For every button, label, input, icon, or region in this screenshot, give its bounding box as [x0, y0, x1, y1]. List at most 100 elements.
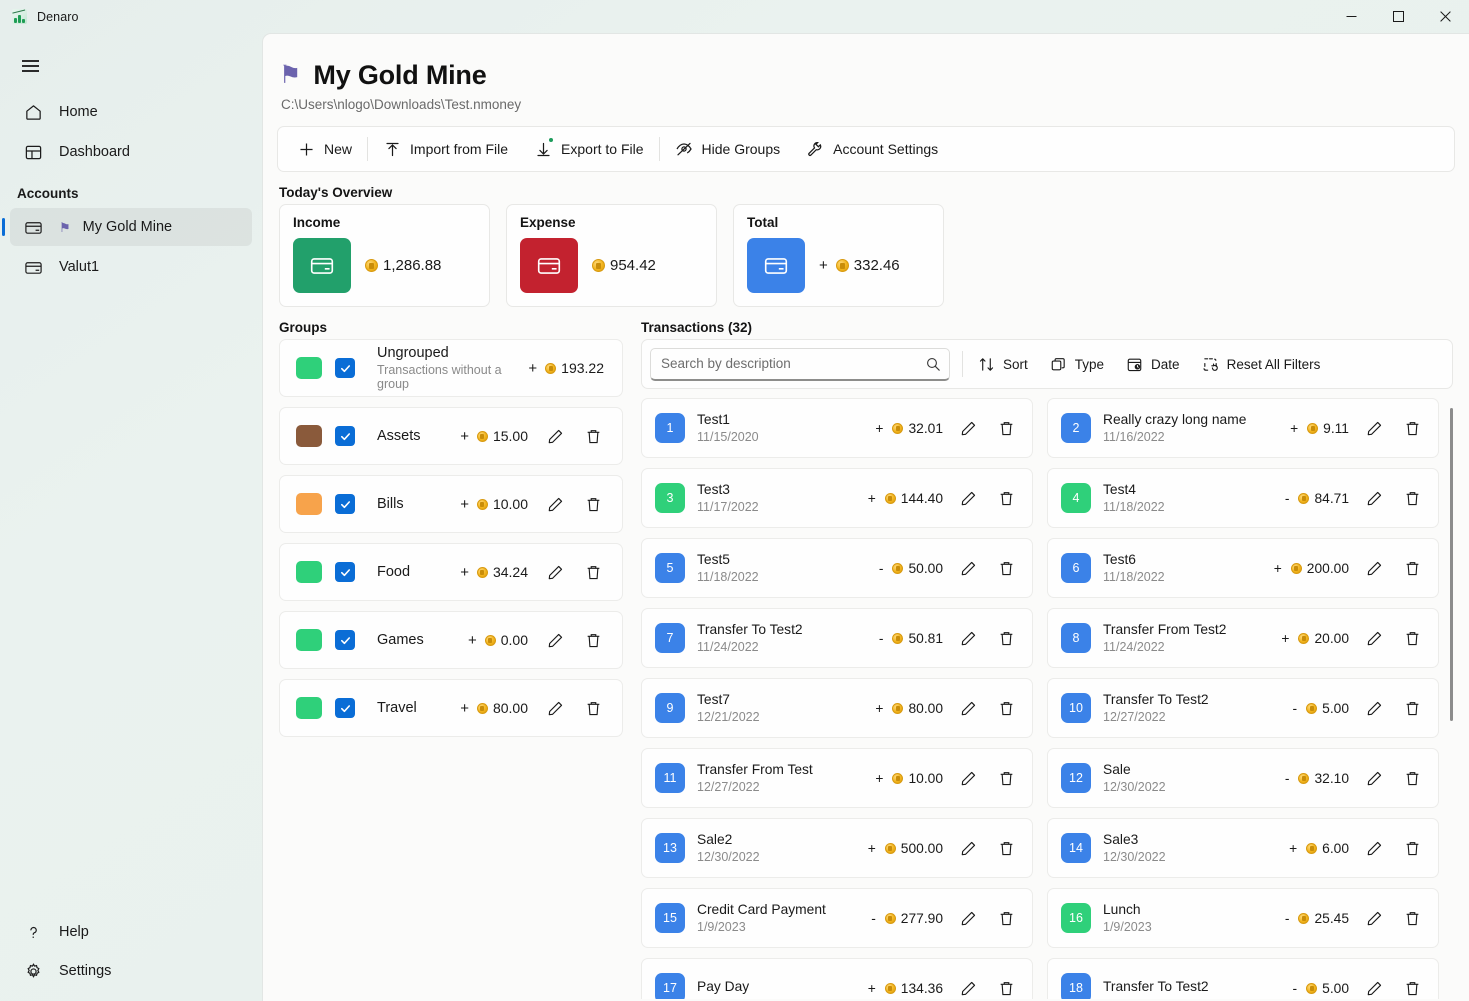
- sidebar-item-dashboard[interactable]: Dashboard: [10, 133, 252, 171]
- table-row[interactable]: 14 Sale3 12/30/2022 + 6.00: [1047, 818, 1439, 878]
- sidebar-item-help[interactable]: Help: [10, 913, 252, 951]
- export-to-file-button[interactable]: Export to File: [521, 132, 656, 166]
- group-color-swatch[interactable]: [296, 493, 322, 515]
- delete-group-button[interactable]: [578, 557, 608, 587]
- group-row-ungrouped[interactable]: Ungrouped Transactions without a group +…: [279, 339, 623, 397]
- group-row-games[interactable]: Games + 0.00: [279, 611, 623, 669]
- delete-transaction-button[interactable]: [1397, 483, 1427, 513]
- edit-transaction-button[interactable]: [1359, 623, 1389, 653]
- table-row[interactable]: 1 Test1 11/15/2020 + 32.01: [641, 398, 1033, 458]
- reset-all-filters-button[interactable]: Reset All Filters: [1191, 348, 1332, 381]
- sidebar-item-valut1[interactable]: Valut1: [10, 248, 252, 286]
- table-row[interactable]: 3 Test3 11/17/2022 + 144.40: [641, 468, 1033, 528]
- delete-transaction-button[interactable]: [991, 903, 1021, 933]
- delete-group-button[interactable]: [578, 625, 608, 655]
- edit-transaction-button[interactable]: [953, 553, 983, 583]
- delete-transaction-button[interactable]: [991, 763, 1021, 793]
- group-visibility-checkbox[interactable]: [335, 630, 355, 650]
- delete-transaction-button[interactable]: [991, 483, 1021, 513]
- edit-transaction-button[interactable]: [953, 973, 983, 999]
- group-color-swatch[interactable]: [296, 561, 322, 583]
- table-row[interactable]: 9 Test7 12/21/2022 + 80.00: [641, 678, 1033, 738]
- scrollbar-thumb[interactable]: [1450, 408, 1453, 721]
- delete-transaction-button[interactable]: [1397, 413, 1427, 443]
- hide-groups-button[interactable]: Hide Groups: [662, 132, 794, 166]
- edit-group-button[interactable]: [540, 557, 570, 587]
- delete-transaction-button[interactable]: [1397, 973, 1427, 999]
- group-row-bills[interactable]: Bills + 10.00: [279, 475, 623, 533]
- delete-transaction-button[interactable]: [1397, 623, 1427, 653]
- delete-transaction-button[interactable]: [991, 413, 1021, 443]
- group-visibility-checkbox[interactable]: [335, 494, 355, 514]
- edit-transaction-button[interactable]: [1359, 413, 1389, 443]
- hamburger-menu-icon[interactable]: [10, 46, 50, 86]
- account-settings-button[interactable]: Account Settings: [793, 132, 951, 166]
- edit-group-button[interactable]: [540, 625, 570, 655]
- delete-transaction-button[interactable]: [1397, 903, 1427, 933]
- edit-transaction-button[interactable]: [1359, 763, 1389, 793]
- edit-transaction-button[interactable]: [1359, 483, 1389, 513]
- delete-transaction-button[interactable]: [1397, 763, 1427, 793]
- table-row[interactable]: 11 Transfer From Test 12/27/2022 + 10.00: [641, 748, 1033, 808]
- delete-transaction-button[interactable]: [991, 833, 1021, 863]
- delete-transaction-button[interactable]: [991, 553, 1021, 583]
- delete-transaction-button[interactable]: [1397, 553, 1427, 583]
- group-color-swatch[interactable]: [296, 697, 322, 719]
- edit-transaction-button[interactable]: [953, 623, 983, 653]
- type-button[interactable]: Type: [1039, 348, 1115, 381]
- date-button[interactable]: Date: [1115, 348, 1191, 381]
- group-row-assets[interactable]: Assets + 15.00: [279, 407, 623, 465]
- edit-transaction-button[interactable]: [1359, 833, 1389, 863]
- new-transaction-button[interactable]: New: [284, 132, 365, 166]
- table-row[interactable]: 18 Transfer To Test2 - 5.00: [1047, 958, 1439, 999]
- edit-transaction-button[interactable]: [953, 833, 983, 863]
- edit-transaction-button[interactable]: [953, 693, 983, 723]
- edit-transaction-button[interactable]: [1359, 553, 1389, 583]
- group-row-travel[interactable]: Travel + 80.00: [279, 679, 623, 737]
- group-visibility-checkbox[interactable]: [335, 358, 355, 378]
- edit-group-button[interactable]: [540, 421, 570, 451]
- edit-group-button[interactable]: [540, 693, 570, 723]
- group-row-food[interactable]: Food + 34.24: [279, 543, 623, 601]
- edit-transaction-button[interactable]: [953, 483, 983, 513]
- delete-transaction-button[interactable]: [1397, 693, 1427, 723]
- table-row[interactable]: 13 Sale2 12/30/2022 + 500.00: [641, 818, 1033, 878]
- group-visibility-checkbox[interactable]: [335, 426, 355, 446]
- delete-transaction-button[interactable]: [991, 623, 1021, 653]
- sidebar-item-my-gold-mine[interactable]: ⚑ My Gold Mine: [2, 208, 252, 246]
- group-color-swatch[interactable]: [296, 357, 322, 379]
- edit-transaction-button[interactable]: [953, 903, 983, 933]
- close-icon[interactable]: [1422, 0, 1469, 33]
- table-row[interactable]: 15 Credit Card Payment 1/9/2023 - 277.90: [641, 888, 1033, 948]
- delete-transaction-button[interactable]: [991, 693, 1021, 723]
- table-row[interactable]: 6 Test6 11/18/2022 + 200.00: [1047, 538, 1439, 598]
- delete-transaction-button[interactable]: [1397, 833, 1427, 863]
- group-color-swatch[interactable]: [296, 425, 322, 447]
- minimize-icon[interactable]: [1328, 0, 1375, 33]
- table-row[interactable]: 10 Transfer To Test2 12/27/2022 - 5.00: [1047, 678, 1439, 738]
- table-row[interactable]: 2 Really crazy long name 11/16/2022 + 9.…: [1047, 398, 1439, 458]
- edit-transaction-button[interactable]: [1359, 903, 1389, 933]
- group-color-swatch[interactable]: [296, 629, 322, 651]
- sort-button[interactable]: Sort: [967, 348, 1039, 381]
- edit-transaction-button[interactable]: [953, 763, 983, 793]
- table-row[interactable]: 4 Test4 11/18/2022 - 84.71: [1047, 468, 1439, 528]
- delete-transaction-button[interactable]: [991, 973, 1021, 999]
- delete-group-button[interactable]: [578, 421, 608, 451]
- group-visibility-checkbox[interactable]: [335, 698, 355, 718]
- sidebar-item-settings[interactable]: Settings: [10, 952, 252, 990]
- import-from-file-button[interactable]: Import from File: [370, 132, 521, 166]
- group-visibility-checkbox[interactable]: [335, 562, 355, 582]
- maximize-icon[interactable]: [1375, 0, 1422, 33]
- table-row[interactable]: 7 Transfer To Test2 11/24/2022 - 50.81: [641, 608, 1033, 668]
- transactions-scrollbar[interactable]: [1450, 408, 1453, 940]
- search-input[interactable]: [650, 347, 950, 381]
- edit-transaction-button[interactable]: [1359, 973, 1389, 999]
- table-row[interactable]: 16 Lunch 1/9/2023 - 25.45: [1047, 888, 1439, 948]
- table-row[interactable]: 12 Sale 12/30/2022 - 32.10: [1047, 748, 1439, 808]
- delete-group-button[interactable]: [578, 489, 608, 519]
- edit-transaction-button[interactable]: [1359, 693, 1389, 723]
- table-row[interactable]: 5 Test5 11/18/2022 - 50.00: [641, 538, 1033, 598]
- table-row[interactable]: 8 Transfer From Test2 11/24/2022 + 20.00: [1047, 608, 1439, 668]
- edit-group-button[interactable]: [540, 489, 570, 519]
